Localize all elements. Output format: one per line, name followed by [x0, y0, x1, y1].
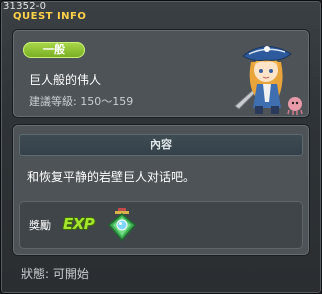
window-title: QUEST INFO	[13, 11, 87, 22]
quest-level-requirement: 建議等級: 150～159	[29, 95, 134, 108]
quest-summary-panel: 一般 巨人般的伟人 建議等級: 150～159	[13, 30, 309, 117]
quest-status: 狀態: 可開始	[21, 267, 89, 281]
content-text: 和恢复平静的岩壁巨人对话吧。	[27, 170, 196, 184]
quest-content-panel: 內容 和恢复平静的岩壁巨人对话吧。 獎勵 EXP	[13, 125, 309, 255]
quest-name: 巨人般的伟人	[29, 73, 102, 87]
content-header: 內容	[19, 134, 303, 156]
reward-box: 獎勵 EXP	[19, 201, 303, 249]
reward-label: 獎勵	[29, 219, 51, 232]
npc-pirate-girl-icon	[234, 46, 303, 115]
gem-amulet-icon[interactable]	[105, 207, 139, 243]
quest-category-badge: 一般	[23, 42, 85, 58]
quest-info-window: 31352-0 QUEST INFO 一般 巨人般的伟人 建議等級: 150～1…	[0, 0, 322, 294]
exp-icon[interactable]: EXP	[63, 215, 95, 233]
